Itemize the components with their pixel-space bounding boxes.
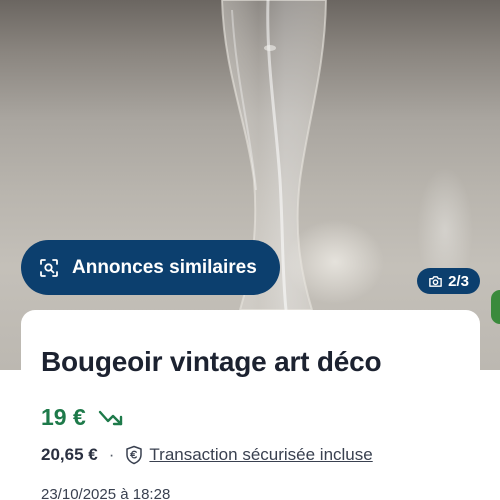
listing-date: 23/10/2025 à 18:28 <box>41 486 171 500</box>
photo-counter-badge: 2/3 <box>417 268 480 294</box>
secure-transaction-link[interactable]: Transaction sécurisée incluse <box>149 445 372 465</box>
price-row: 19 € <box>41 404 126 431</box>
visual-search-icon <box>39 258 59 278</box>
camera-icon <box>428 274 443 289</box>
next-photo-peek <box>491 290 500 324</box>
photo-counter-text: 2/3 <box>448 272 469 290</box>
listing-details-card: Bougeoir vintage art déco 19 € 20,65 € ·… <box>21 310 480 500</box>
total-price-row: 20,65 € · Transaction sécurisée incluse <box>41 445 373 465</box>
shield-euro-icon <box>125 445 143 465</box>
price-drop-icon <box>98 407 126 429</box>
similar-listings-label: Annonces similaires <box>72 256 257 278</box>
listing-price: 19 € <box>41 404 86 430</box>
total-price: 20,65 € <box>41 445 98 464</box>
listing-title: Bougeoir vintage art déco <box>41 346 382 377</box>
similar-listings-button[interactable]: Annonces similaires <box>21 240 280 295</box>
separator-dot: · <box>108 445 115 464</box>
